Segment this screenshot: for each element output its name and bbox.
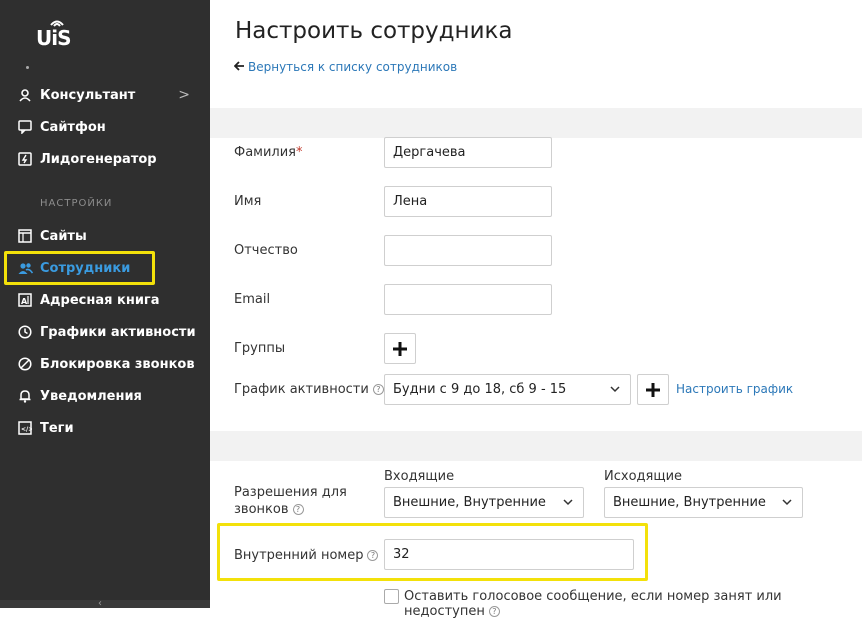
sidebar-item-label: Графики активности (40, 324, 196, 340)
block-icon (17, 356, 33, 372)
settings-section-title: НАСТРОЙКИ (40, 198, 113, 209)
address-book-icon: A (17, 292, 33, 308)
back-link-text: Вернуться к списку сотрудников (248, 60, 458, 74)
section-divider (210, 431, 862, 461)
email-label: Email (234, 292, 271, 307)
outgoing-permissions-select[interactable]: Внешние, Внутренние (604, 487, 803, 518)
add-schedule-button[interactable] (637, 374, 669, 405)
sidebar-item-label: Уведомления (40, 388, 142, 404)
sidebar-item-tags[interactable]: </> Теги (0, 412, 210, 444)
groups-label: Группы (234, 341, 286, 356)
configure-schedule-link[interactable]: Настроить график (676, 382, 793, 396)
sidebar-item-label: Сайтфон (40, 119, 106, 135)
sidebar-item-label: Лидогенератор (40, 151, 157, 167)
last-name-label: Фамилия* (234, 145, 303, 160)
incoming-select-value: Внешние, Внутренние (393, 495, 546, 510)
first-name-input[interactable]: Лена (384, 186, 552, 217)
chevron-down-icon (563, 499, 573, 506)
sidebar-item-sitephone[interactable]: Сайтфон (0, 111, 210, 143)
collapse-dot (26, 66, 29, 69)
sidebar-collapse-bar[interactable]: ‹ (0, 598, 210, 609)
schedule-select[interactable]: Будни с 9 до 18, сб 9 - 15 (384, 374, 631, 405)
voicemail-checkbox[interactable] (384, 589, 399, 604)
add-group-button[interactable] (384, 333, 416, 364)
main-content: Настроить сотрудника Вернуться к списку … (210, 0, 862, 608)
schedule-select-value: Будни с 9 до 18, сб 9 - 15 (393, 382, 567, 397)
svg-text:</>: </> (21, 426, 32, 433)
chevron-down-icon (782, 499, 792, 506)
highlight-box-internal-number (217, 523, 648, 581)
sidebar-item-label: Консультант (40, 87, 136, 103)
sidebar-item-notifications[interactable]: Уведомления (0, 380, 210, 412)
sidebar-item-label: Теги (40, 420, 74, 436)
uis-logo[interactable]: UiS (36, 18, 76, 50)
section-divider (210, 108, 862, 138)
last-name-input[interactable]: Дергачева (384, 137, 552, 168)
email-input[interactable] (384, 284, 552, 315)
schedule-label: График активности? (234, 382, 384, 397)
incoming-permissions-select[interactable]: Внешние, Внутренние (384, 487, 584, 518)
sidebar-item-label: Сайты (40, 228, 87, 244)
sidebar-item-schedules[interactable]: Графики активности (0, 316, 210, 348)
plus-icon (393, 341, 407, 356)
outgoing-label: Исходящие (604, 469, 683, 484)
page-title: Настроить сотрудника (235, 18, 513, 44)
bell-icon (17, 388, 33, 404)
middle-name-label: Отчество (234, 243, 298, 258)
sidebar-item-sites[interactable]: Сайты (0, 220, 210, 252)
chevron-right-icon: > (178, 87, 190, 103)
collapse-arrow-icon: ‹ (98, 598, 102, 609)
sidebar-item-label: Блокировка звонков (40, 356, 195, 372)
logo-text: UiS (36, 26, 71, 50)
tag-icon: </> (17, 420, 33, 436)
back-to-employees-link[interactable]: Вернуться к списку сотрудников (233, 60, 458, 74)
help-icon: ? (372, 384, 384, 395)
sidebar-item-leadgen[interactable]: Лидогенератор (0, 143, 210, 175)
clock-icon (17, 324, 33, 340)
call-permissions-label: Разрешения для звонков? (234, 485, 347, 517)
first-name-label: Имя (234, 194, 262, 209)
help-icon: ? (292, 504, 304, 515)
sidebar-item-call-blocking[interactable]: Блокировка звонков (0, 348, 210, 380)
outgoing-select-value: Внешние, Внутренние (613, 495, 766, 510)
voicemail-checkbox-label: Оставить голосовое сообщение, если номер… (404, 589, 782, 619)
required-mark: * (296, 145, 303, 160)
svg-text:A: A (21, 297, 28, 306)
sidebar-item-label: Адресная книга (40, 292, 160, 308)
chevron-down-icon (610, 386, 620, 393)
sidebar-item-address-book[interactable]: A Адресная книга (0, 284, 210, 316)
sidebar: UiS Консультант > Сайтфон Лидогенератор … (0, 0, 210, 609)
plus-icon (646, 382, 660, 397)
middle-name-input[interactable] (384, 235, 552, 266)
phone-chat-icon (17, 119, 33, 135)
arrow-left-icon (233, 60, 245, 74)
window-icon (17, 228, 33, 244)
lightning-icon (17, 151, 33, 167)
person-icon (17, 87, 33, 103)
sidebar-item-consultant[interactable]: Консультант > (0, 79, 210, 111)
incoming-label: Входящие (384, 469, 455, 484)
highlight-box-employees (4, 251, 155, 285)
